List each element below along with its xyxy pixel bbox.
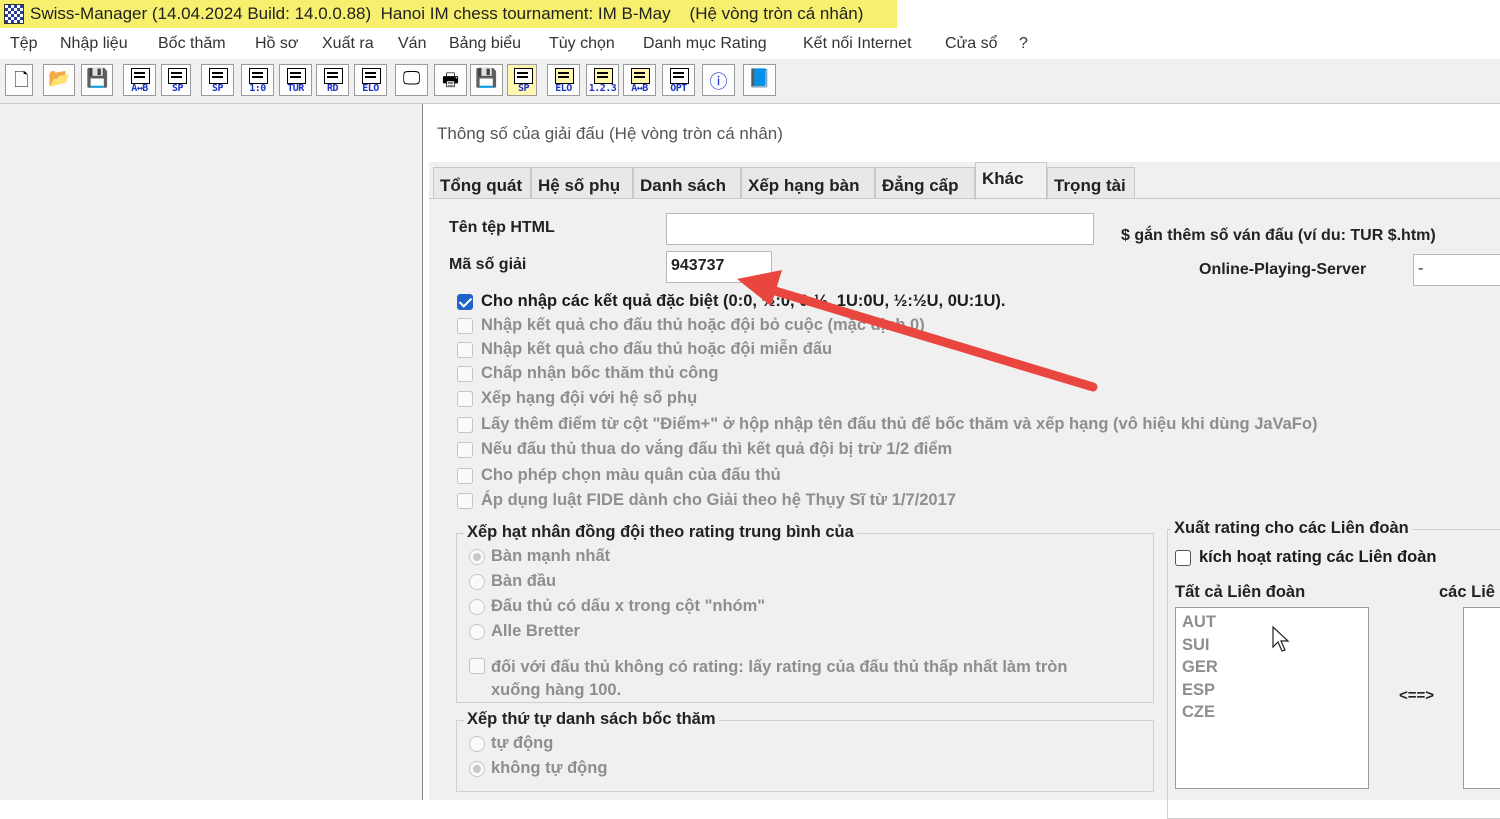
draw-order-group	[456, 720, 1154, 792]
round-button[interactable]: RD	[316, 64, 349, 96]
print-icon[interactable]: 🖶	[434, 64, 467, 96]
list-item[interactable]: GER	[1176, 656, 1368, 679]
tab-tiebreak[interactable]: Hệ số phụ	[531, 167, 633, 199]
options-button[interactable]: OPT	[662, 64, 695, 96]
checkbox[interactable]	[457, 468, 473, 484]
checkbox[interactable]	[457, 391, 473, 407]
export-rating-group-title: Xuất rating cho các Liên đoàn	[1171, 519, 1412, 538]
app-icon	[4, 4, 24, 24]
checkbox[interactable]	[457, 294, 473, 310]
menu-internet[interactable]: Kết nối Internet	[803, 35, 912, 53]
radio[interactable]	[469, 574, 485, 590]
window-title: Swiss-Manager (14.04.2024 Build: 14.0.0.…	[30, 4, 864, 23]
menu-file[interactable]: Tệp	[10, 35, 38, 53]
list-item[interactable]: ESP	[1176, 679, 1368, 702]
menu-options[interactable]: Tùy chọn	[549, 35, 615, 53]
menu-bar: Tệp Nhập liệu Bốc thăm Hồ sơ Xuất ra Ván…	[0, 31, 1500, 58]
tab-general[interactable]: Tổng quát	[433, 167, 531, 199]
menu-game[interactable]: Ván	[398, 35, 426, 53]
preview-icon[interactable]: 🖵	[395, 64, 428, 96]
open-folder-icon[interactable]: 📂	[43, 64, 75, 96]
results-button[interactable]: 1:0	[241, 64, 274, 96]
menu-export[interactable]: Xuất ra	[322, 35, 374, 53]
checkbox[interactable]	[1175, 550, 1191, 566]
menu-window[interactable]: Cửa sổ	[945, 35, 998, 53]
save-icon[interactable]: 💾	[81, 64, 113, 96]
move-federations-button[interactable]: <==>	[1399, 687, 1434, 704]
tab-board-ranking[interactable]: Xếp hạng bàn	[741, 167, 875, 199]
sp-list-button[interactable]: SP	[201, 64, 234, 96]
list-item[interactable]: CZE	[1176, 701, 1368, 724]
checkbox[interactable]	[457, 417, 473, 433]
mouse-cursor-icon	[1272, 625, 1290, 652]
server-label: Online-Playing-Server	[1199, 261, 1367, 278]
tab-page-other: Tên tệp HTML $ gắn thêm số ván đấu (ví d…	[429, 198, 1500, 819]
team-rank-group-title: Xếp hạt nhân đồng đội theo rating trung …	[464, 523, 857, 542]
checkbox[interactable]	[457, 493, 473, 509]
server-input[interactable]: -	[1413, 254, 1500, 286]
radio[interactable]	[469, 736, 485, 752]
menu-input[interactable]: Nhập liệu	[60, 35, 128, 53]
elo-button[interactable]: ELO	[354, 64, 387, 96]
radio[interactable]	[469, 761, 485, 777]
radio[interactable]	[469, 599, 485, 615]
checkbox[interactable]	[457, 442, 473, 458]
html-file-label: Tên tệp HTML	[449, 219, 555, 236]
tournament-id-label: Mã số giải	[449, 256, 527, 273]
html-file-input[interactable]	[666, 213, 1094, 245]
title-bar: Swiss-Manager (14.04.2024 Build: 14.0.0.…	[0, 0, 1500, 30]
checkbox[interactable]	[457, 342, 473, 358]
swap-export-button[interactable]: A↔B	[623, 64, 656, 96]
tournament-settings-dialog: Thông số của giải đấu (Hệ vòng tròn cá n…	[422, 104, 1500, 819]
checkbox[interactable]	[457, 366, 473, 382]
tab-rank-class[interactable]: Đẳng cấp	[875, 167, 975, 199]
menu-help[interactable]: ?	[1019, 35, 1028, 53]
save-2-icon[interactable]: 💾	[470, 64, 503, 96]
html-hint-label: $ gắn thêm số ván đấu (ví du: TUR $.htm)	[1121, 227, 1436, 244]
dialog-title: Thông số của giải đấu (Hệ vòng tròn cá n…	[437, 124, 783, 143]
main-workspace	[0, 104, 422, 800]
radio[interactable]	[469, 624, 485, 640]
all-federations-label: Tất cả Liên đoàn	[1175, 583, 1306, 601]
sort-elo-button[interactable]: ELO	[547, 64, 580, 96]
toolbar: 🗋 📂 💾 A↔B SP SP 1:0 TUR RD ELO 🖵 🖶 💾 SP …	[0, 59, 1500, 104]
checkbox[interactable]	[457, 318, 473, 334]
sp-export-button[interactable]: SP	[507, 64, 537, 96]
tab-list[interactable]: Danh sách	[633, 167, 741, 199]
help-book-icon[interactable]: 📘	[743, 64, 776, 96]
radio[interactable]	[469, 549, 485, 565]
sort-rank-button[interactable]: 1.2.3	[586, 64, 619, 96]
new-file-icon[interactable]: 🗋	[5, 64, 33, 96]
selected-federations-label: các Liê	[1439, 583, 1495, 601]
swap-players-button[interactable]: A↔B	[123, 64, 156, 96]
tournament-id-input[interactable]: 943737	[666, 251, 772, 283]
draw-order-group-title: Xếp thứ tự danh sách bốc thăm	[464, 710, 719, 729]
menu-tables[interactable]: Bảng biểu	[449, 35, 521, 53]
tournament-button[interactable]: TUR	[279, 64, 312, 96]
menu-profile[interactable]: Hồ sơ	[255, 35, 298, 53]
selected-federations-list[interactable]	[1463, 607, 1500, 789]
tab-arbiter[interactable]: Trọng tài	[1047, 167, 1135, 199]
menu-rating-list[interactable]: Danh mục Rating	[643, 35, 767, 53]
sp-doc-button[interactable]: SP	[161, 64, 191, 96]
info-icon[interactable]: ⓘ	[702, 64, 735, 96]
tab-other[interactable]: Khác	[975, 162, 1047, 200]
checkbox[interactable]	[469, 658, 485, 674]
dialog-body: Tổng quát Hệ số phụ Danh sách Xếp hạng b…	[429, 162, 1500, 819]
menu-pairing[interactable]: Bốc thăm	[158, 35, 226, 53]
